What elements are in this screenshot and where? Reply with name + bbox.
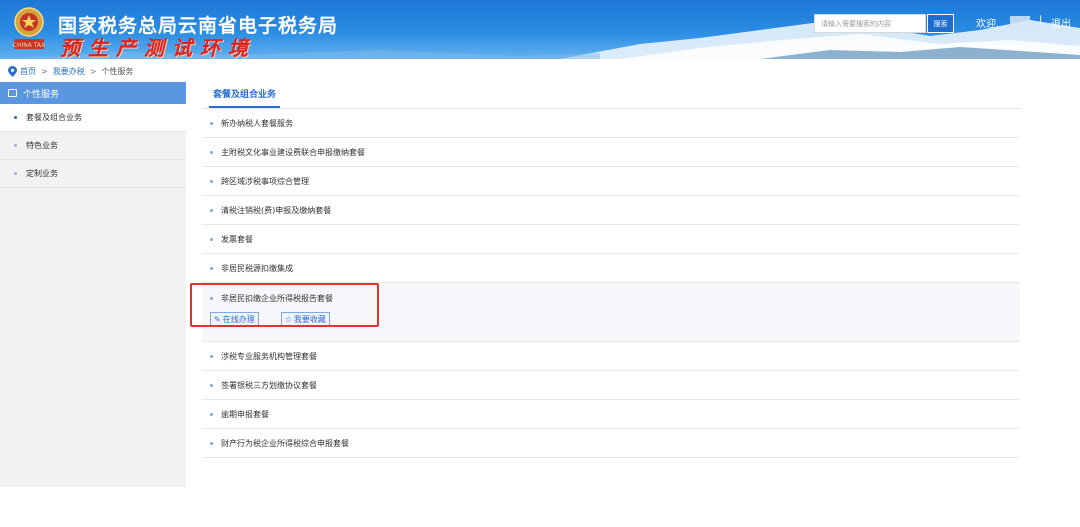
bullet-icon [210, 150, 213, 154]
svg-text:CHINA TAX: CHINA TAX [13, 42, 45, 49]
logout-link[interactable]: 退出 [1051, 15, 1071, 30]
list-item-label: 财产行为税企业所得税综合申报套餐 [221, 438, 349, 448]
bullet-icon [210, 266, 213, 270]
favorite-label: 我要收藏 [293, 315, 326, 324]
list-item-label: 涉税专业服务机构管理套餐 [221, 351, 317, 361]
list-item-label: 清税注销税(费)申报及缴纳套餐 [221, 205, 332, 215]
list-item-label: 逾期申报套餐 [221, 409, 269, 419]
sidebar: 个性服务 套餐及组合业务 特色业务 定制业务 [0, 82, 186, 487]
breadcrumb-level2[interactable]: 我要办税 [53, 66, 85, 77]
sidebar-item-label: 定制业务 [26, 169, 58, 178]
sidebar-item-label: 特色业务 [26, 141, 58, 150]
list-item-label: 发票套餐 [221, 234, 253, 244]
bullet-icon [210, 297, 213, 300]
sidebar-item-custom[interactable]: 定制业务 [0, 160, 186, 188]
username-redacted[interactable] [1010, 16, 1030, 26]
star-icon: ☆ [284, 315, 292, 324]
service-list: 新办纳税人套餐服务 主附税文化事业建设费联合申报缴纳套餐 跨区域涉税事项综合管理… [202, 109, 1020, 458]
search-button[interactable]: 搜索 [927, 14, 954, 33]
item-actions: ✎ 在线办理 ☆ 我要收藏 [210, 312, 1020, 327]
sidebar-title: 个性服务 [23, 89, 60, 100]
search-input[interactable]: 请输入需要搜索的内容 [814, 14, 926, 33]
breadcrumb-home[interactable]: 首页 [20, 66, 36, 77]
bullet-icon [210, 441, 213, 445]
list-item[interactable]: 主附税文化事业建设费联合申报缴纳套餐 [202, 138, 1020, 167]
list-item[interactable]: 新办纳税人套餐服务 [202, 109, 1020, 138]
breadcrumb-sep: > [89, 66, 97, 76]
list-item-label: 主附税文化事业建设费联合申报缴纳套餐 [221, 147, 365, 157]
list-item[interactable]: 涉税专业服务机构管理套餐 [202, 342, 1020, 371]
list-item[interactable]: 清税注销税(费)申报及缴纳套餐 [202, 196, 1020, 225]
list-item-label: 签署银税三方划缴协议套餐 [221, 380, 317, 390]
bullet-icon [14, 116, 17, 119]
list-item[interactable]: 发票套餐 [202, 225, 1020, 254]
online-handle-label: 在线办理 [222, 315, 255, 324]
breadcrumb-sep: > [41, 66, 48, 76]
bullet-icon [14, 172, 17, 175]
list-item-label: 非居民税源扣缴集成 [221, 263, 293, 273]
list-item-label: 非居民扣缴企业所得税报告套餐 [221, 294, 333, 303]
list-item[interactable]: 非居民税源扣缴集成 [202, 254, 1020, 283]
pencil-icon: ✎ [214, 315, 221, 324]
menu-icon [8, 89, 17, 97]
list-item[interactable]: 逾期申报套餐 [202, 400, 1020, 429]
bullet-icon [210, 412, 213, 416]
breadcrumb-current: 个性服务 [101, 66, 134, 76]
list-item[interactable]: 跨区域涉税事项综合管理 [202, 167, 1020, 196]
bullet-icon [210, 179, 213, 183]
bullet-icon [210, 237, 213, 241]
online-handle-button[interactable]: ✎ 在线办理 [210, 312, 259, 327]
sidebar-header[interactable]: 个性服务 [0, 82, 186, 104]
welcome-text: 欢迎, [976, 19, 1000, 30]
sidebar-item-label: 套餐及组合业务 [26, 113, 82, 122]
list-item[interactable]: 签署银税三方划缴协议套餐 [202, 371, 1020, 400]
sidebar-item-featured[interactable]: 特色业务 [0, 132, 186, 160]
sidebar-item-package[interactable]: 套餐及组合业务 [0, 104, 186, 132]
environment-banner: 预生产测试环境 [60, 36, 256, 59]
bullet-icon [210, 208, 213, 212]
list-item-label: 跨区域涉税事项综合管理 [221, 176, 309, 186]
bullet-icon [210, 354, 213, 358]
tax-emblem-icon: CHINA TAX [13, 7, 45, 49]
list-item-label: 新办纳税人套餐服务 [221, 118, 293, 128]
breadcrumb: 首页 > 我要办税 > 个性服务 [8, 64, 133, 78]
header-separator: | [1039, 15, 1043, 26]
list-item-expanded[interactable]: 非居民扣缴企业所得税报告套餐 ✎ 在线办理 ☆ 我要收藏 [202, 283, 1020, 342]
favorite-button[interactable]: ☆ 我要收藏 [280, 312, 330, 327]
location-pin-icon [8, 65, 17, 77]
site-header: CHINA TAX 国家税务总局云南省电子税务局 预生产测试环境 请输入需要搜索… [0, 0, 1080, 59]
bullet-icon [210, 383, 213, 387]
bullet-icon [14, 144, 17, 147]
list-item[interactable]: 财产行为税企业所得税综合申报套餐 [202, 429, 1020, 458]
tab-package[interactable]: 套餐及组合业务 [209, 86, 281, 108]
bullet-icon [210, 121, 213, 125]
